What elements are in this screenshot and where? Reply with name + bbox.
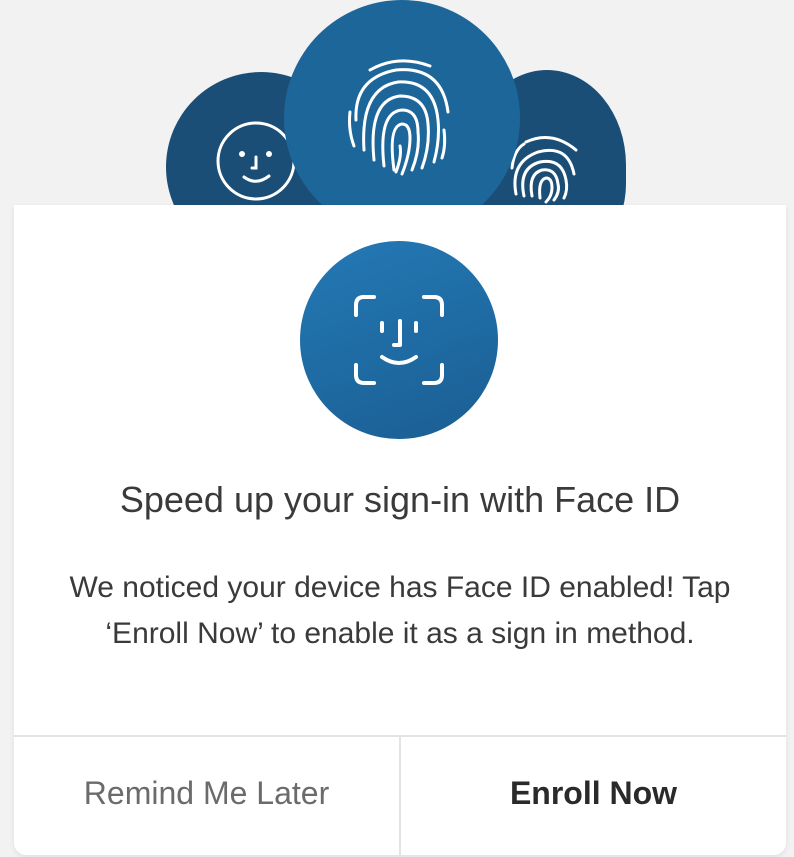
face-id-icon [354, 295, 444, 385]
dialog-description: We noticed your device has Face ID enabl… [69, 571, 731, 650]
hero-illustration [0, 0, 794, 205]
remind-me-later-button[interactable]: Remind Me Later [14, 737, 401, 857]
enroll-dialog: Speed up your sign-in with Face ID We no… [14, 205, 786, 857]
dialog-actions: Remind Me Later Enroll Now [14, 735, 786, 857]
fingerprint-main-bubble [284, 0, 520, 205]
fingerprint-icon [348, 59, 450, 176]
enroll-now-button[interactable]: Enroll Now [401, 737, 786, 857]
face-id-badge [300, 241, 498, 439]
dialog-title: Speed up your sign-in with Face ID [119, 479, 681, 520]
